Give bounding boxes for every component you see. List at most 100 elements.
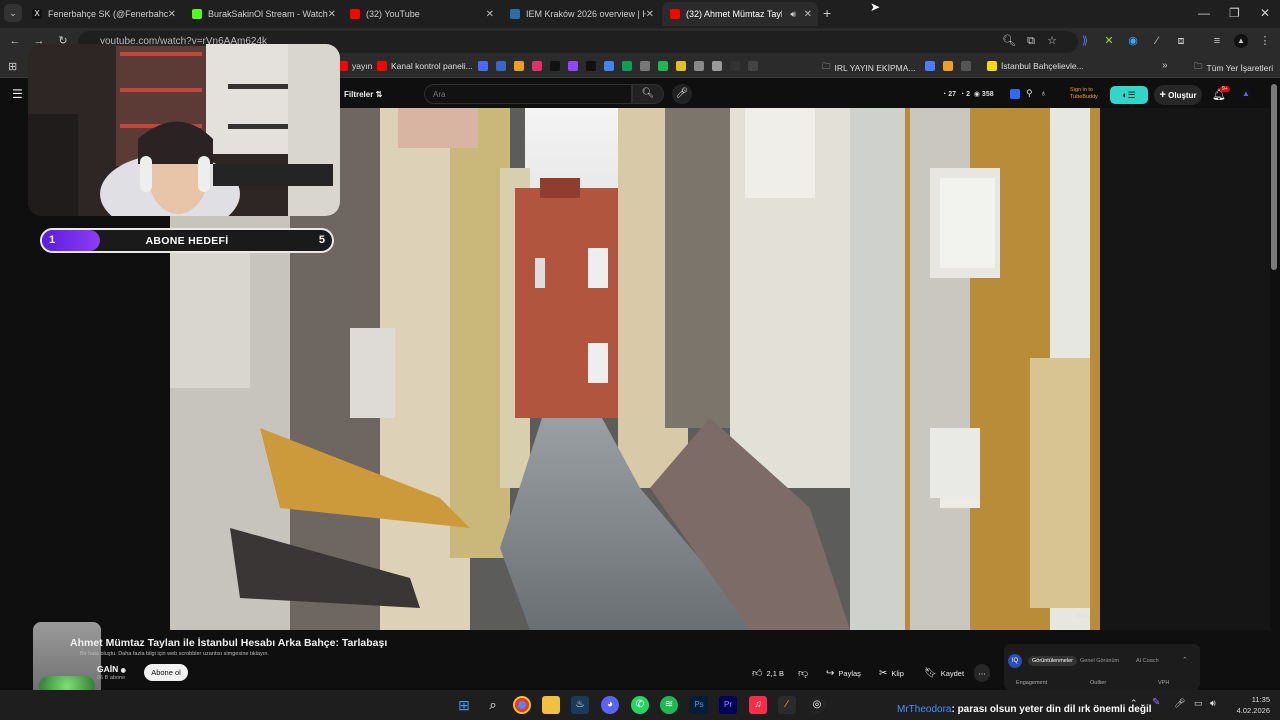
clip-label: Klip: [891, 668, 904, 678]
photoshop-icon[interactable]: Ps: [690, 696, 708, 714]
bookmark-icons-row-2[interactable]: [925, 61, 975, 71]
subscribe-button[interactable]: Abone ol: [144, 664, 188, 681]
tray-chevron-icon[interactable]: ⌃: [1130, 698, 1138, 709]
browser-tab-active[interactable]: (32) Ahmet Mümtaz Taylan 🔊︎ ✕: [662, 2, 818, 26]
extension-icon[interactable]: ⟫: [1078, 34, 1092, 48]
close-window-icon[interactable]: ✕: [1260, 6, 1270, 20]
apps-grid-icon[interactable]: ⊞: [8, 60, 17, 73]
bookmark-yayin[interactable]: yayın: [338, 61, 372, 71]
create-button[interactable]: + Oluştur: [1154, 85, 1202, 105]
media-icon[interactable]: ≡: [1210, 34, 1224, 48]
tubebuddy-button[interactable]: ◐☰: [1110, 86, 1148, 104]
music-icon[interactable]: ♫: [749, 696, 767, 714]
youtube-logo-icon: [670, 9, 680, 19]
extension-icon[interactable]: ⁄: [1150, 34, 1164, 48]
search-button[interactable]: 🔍︎: [632, 84, 664, 104]
channel-name-text: GAİN: [97, 664, 119, 674]
mic-tray-icon[interactable]: 🎤︎: [1174, 698, 1185, 709]
analytics-tab-ai-coach[interactable]: AI Coach: [1136, 658, 1159, 664]
tab-search-button[interactable]: ⌄: [4, 4, 22, 22]
scrollbar[interactable]: [1271, 84, 1277, 270]
search-input[interactable]: Ara: [424, 84, 632, 104]
close-icon[interactable]: ✕: [646, 9, 654, 20]
minimize-icon[interactable]: —: [1198, 6, 1210, 20]
bookmark-icons-row[interactable]: [478, 61, 762, 71]
extension-icon[interactable]: ⚲: [1026, 88, 1033, 99]
browser-tab[interactable]: BurakSakinOl Stream - Watch Live ✕: [184, 2, 342, 26]
browser-tab[interactable]: (32) YouTube ✕: [342, 2, 500, 26]
search-icon[interactable]: ⌕: [484, 696, 502, 714]
browser-tab[interactable]: X Fenerbahçe SK (@Fenerbahce) / X ✕: [24, 2, 182, 26]
browser-tab[interactable]: IEM Kraków 2026 overview | HLTV ✕: [502, 2, 660, 26]
notifications-button[interactable]: 🔔︎ 9+: [1212, 86, 1230, 101]
all-bookmarks[interactable]: 🗀︎ Tüm Yer İşaretleri: [1194, 61, 1273, 75]
bookmark-kanal[interactable]: Kanal kontrol paneli...: [377, 61, 473, 71]
mouse-cursor-icon: ➤: [870, 0, 881, 14]
premiere-icon[interactable]: Pr: [719, 696, 737, 714]
star-icon[interactable]: ☆: [1045, 34, 1059, 48]
bookmark-folder[interactable]: 🗀︎ IRL YAYIN EKİPMA...: [822, 61, 915, 75]
spotify-icon[interactable]: ≋: [660, 696, 678, 714]
mic-button[interactable]: 🎤︎: [672, 84, 692, 104]
display-icon[interactable]: ▭: [1194, 698, 1203, 709]
volume-icon[interactable]: 🔊︎: [1210, 698, 1216, 709]
account-avatar[interactable]: ▲: [1240, 88, 1252, 100]
hamburger-menu-icon[interactable]: ☰: [12, 87, 23, 101]
analytics-tab-overview[interactable]: Genel Görünüm: [1080, 658, 1119, 664]
clock-time: 11:35: [1251, 695, 1270, 704]
save-label: Kaydet: [940, 668, 965, 678]
like-button[interactable]: 👍︎ 2,1 B: [752, 664, 784, 682]
zoom-icon[interactable]: 🔍︎: [1002, 34, 1016, 48]
goal-target: 5: [318, 234, 325, 246]
discord-icon[interactable]: ◕: [601, 696, 619, 714]
save-button[interactable]: 🔖︎ Kaydet: [924, 664, 964, 682]
channel-name[interactable]: GAİN ◉: [97, 664, 126, 674]
thumbs-up-icon: 👍︎: [752, 668, 763, 679]
steam-icon[interactable]: ♨: [571, 696, 589, 714]
share-button[interactable]: ↪ Paylaş: [826, 664, 861, 682]
tab-title: BurakSakinOl Stream - Watch Live: [208, 9, 328, 19]
extension-icon[interactable]: ◉: [1126, 34, 1140, 48]
chrome-icon[interactable]: [513, 696, 531, 714]
back-icon[interactable]: ←: [8, 34, 22, 48]
pen-icon[interactable]: ✎: [1152, 697, 1160, 708]
analytics-tab-views[interactable]: Görüntülenmeler: [1028, 656, 1077, 666]
analytics-col-outlier: Outlier: [1090, 680, 1107, 686]
close-icon[interactable]: ✕: [328, 9, 336, 20]
bookmark-label: yayın: [352, 61, 373, 71]
clip-button[interactable]: ✂ Klip: [879, 664, 904, 682]
app-icon[interactable]: ⁄: [778, 696, 796, 714]
bookmark-istanbul[interactable]: İstanbul Bahçelievle...: [987, 61, 1084, 71]
bookmark-icon: [961, 61, 971, 71]
tubebuddy-signin-link[interactable]: Sign in to TubeBuddy: [1070, 87, 1098, 101]
close-icon[interactable]: ✕: [168, 9, 176, 20]
install-icon[interactable]: ⧉: [1024, 34, 1038, 48]
speaker-icon[interactable]: 🔊︎: [790, 9, 796, 20]
close-icon[interactable]: ✕: [486, 9, 494, 20]
extensions-puzzle-icon[interactable]: ⧈: [1174, 34, 1188, 48]
menu-kebab-icon[interactable]: ⋮: [1258, 34, 1272, 48]
more-actions-button[interactable]: ⋯: [974, 664, 990, 682]
windows-start-icon[interactable]: ⊞: [455, 696, 473, 714]
more-bookmarks-icon[interactable]: »: [1162, 60, 1168, 71]
extension-icon[interactable]: ✕: [1102, 34, 1116, 48]
webcam-feed: [28, 44, 340, 216]
filters-button[interactable]: Filtreler ⇅: [344, 90, 382, 99]
profile-avatar-icon[interactable]: ▲: [1234, 34, 1248, 48]
new-tab-button[interactable]: +: [823, 5, 831, 21]
system-clock[interactable]: 11:35 4.02.2026: [1228, 694, 1270, 716]
collapse-icon[interactable]: ⌃: [1182, 656, 1188, 664]
create-label: Oluştur: [1168, 91, 1197, 100]
page-background: [1100, 108, 1270, 630]
chat-text: : parası olsun yeter din dil ırk önemli …: [951, 704, 1152, 715]
search-icon: 🔍︎: [641, 88, 655, 99]
dislike-button[interactable]: 👎︎: [798, 664, 812, 682]
extension-icon[interactable]: ♁: [1040, 88, 1047, 98]
whatsapp-icon[interactable]: ✆: [631, 696, 649, 714]
maximize-icon[interactable]: ❐: [1229, 6, 1240, 20]
obs-icon[interactable]: ◎: [808, 696, 826, 714]
tab-title: Fenerbahçe SK (@Fenerbahce) / X: [48, 9, 168, 19]
file-explorer-icon[interactable]: [542, 696, 560, 714]
extension-icon[interactable]: [1010, 89, 1020, 99]
close-icon[interactable]: ✕: [804, 9, 812, 20]
